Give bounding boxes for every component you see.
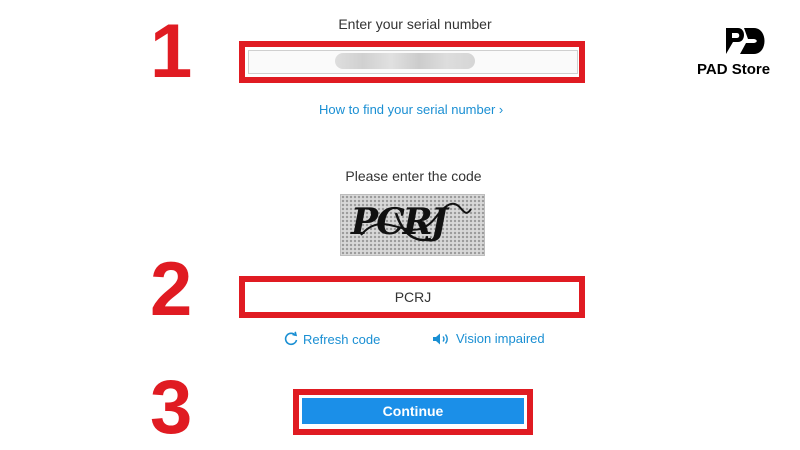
pad-store-brand-name: PAD Store (697, 61, 771, 78)
serial-verification-screen: 1 Enter your serial number How to find y… (0, 0, 800, 450)
continue-button[interactable]: Continue (302, 398, 524, 424)
find-serial-link[interactable]: How to find your serial number › (319, 102, 503, 117)
captcha-label: Please enter the code (345, 168, 482, 184)
pad-store-logo-icon (726, 28, 765, 54)
refresh-code-link[interactable]: Refresh code (283, 331, 380, 347)
refresh-code-label: Refresh code (303, 331, 381, 347)
vision-impaired-label: Vision impaired (456, 331, 545, 346)
speaker-icon (433, 333, 448, 344)
step-number-3: 3 (150, 365, 193, 450)
serial-number-label: Enter your serial number (338, 16, 492, 32)
blurred-serial-value (335, 53, 475, 69)
refresh-icon (284, 331, 298, 346)
captcha-image: PCRJ (340, 194, 485, 256)
captcha-noise (360, 202, 472, 242)
vision-impaired-link[interactable]: Vision impaired (432, 331, 545, 346)
captcha-code-input[interactable]: PCRJ (248, 283, 578, 311)
step-number-2: 2 (150, 247, 193, 332)
